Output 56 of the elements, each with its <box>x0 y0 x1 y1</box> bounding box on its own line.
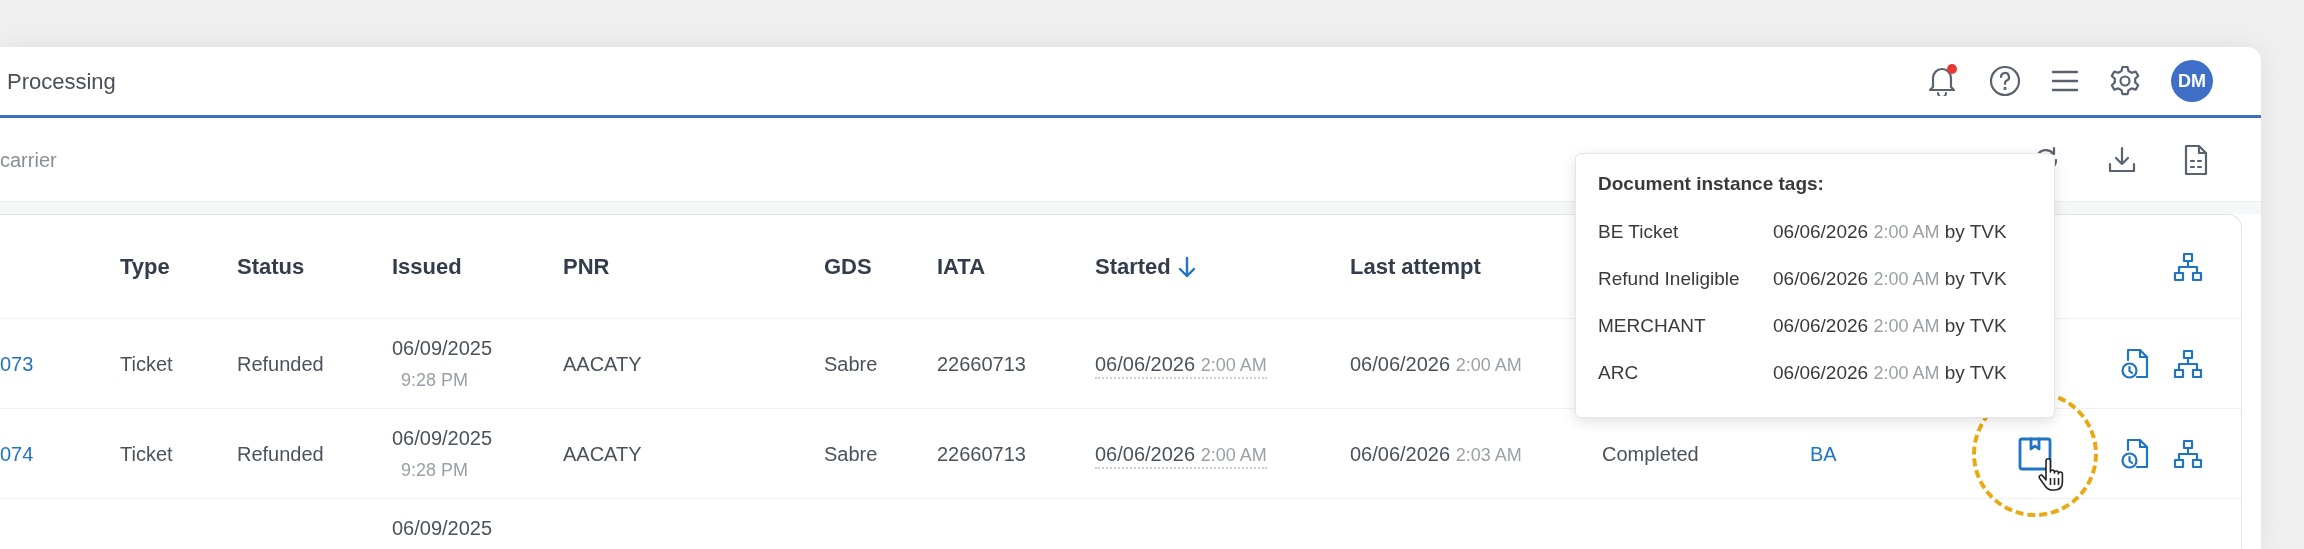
tag-timestamp: 06/06/2026 2:00 AM by TVK <box>1773 219 2007 244</box>
settings-icon[interactable] <box>2109 65 2141 97</box>
document-icon[interactable] <box>2183 143 2209 176</box>
gds-cell: Sabre <box>824 352 878 375</box>
iata-cell: 22660713 <box>937 352 1026 375</box>
hierarchy-icon[interactable] <box>2173 348 2203 379</box>
tag-name: Refund Ineligible <box>1598 266 1740 291</box>
tag-name: MERCHANT <box>1598 313 1706 338</box>
issued-date: 06/09/2025 <box>392 426 493 451</box>
tooltip-title: Document instance tags: <box>1598 172 1824 196</box>
tag-name: ARC <box>1598 360 1639 385</box>
carrier-link[interactable]: BA <box>1810 442 1837 465</box>
menu-icon[interactable] <box>2051 69 2079 93</box>
issued-date: 06/09/2025 <box>392 336 493 361</box>
type-cell: Ticket <box>120 442 173 465</box>
hierarchy-icon[interactable] <box>2173 438 2203 469</box>
state-cell: Completed <box>1602 442 1699 465</box>
tag-timestamp: 06/06/2026 2:00 AM by TVK <box>1773 266 2007 291</box>
column-header[interactable]: PNR <box>563 250 610 283</box>
gds-cell: Sabre <box>824 442 878 465</box>
column-header[interactable]: IATA <box>937 250 986 283</box>
tag-timestamp: 06/06/2026 2:00 AM by TVK <box>1773 360 2007 385</box>
help-icon[interactable] <box>1989 65 2021 97</box>
bookmark-box-icon[interactable] <box>2018 436 2052 471</box>
search-field[interactable]: carrier <box>0 144 400 175</box>
status-cell: Refunded <box>237 352 324 375</box>
type-cell: Ticket <box>120 352 173 375</box>
page-title: Processing <box>6 67 116 96</box>
column-header[interactable]: Started <box>1095 250 1197 283</box>
iata-cell: 22660713 <box>937 442 1026 465</box>
hierarchy-icon[interactable] <box>2173 251 2203 282</box>
last-attempt-datetime: 06/06/2026 2:00 AM <box>1350 352 1522 375</box>
column-header[interactable]: Last attempt <box>1350 250 1481 283</box>
document-clock-icon[interactable] <box>2121 437 2149 470</box>
issued-date: 06/09/2025 <box>392 516 493 541</box>
user-avatar[interactable]: DM <box>2171 60 2213 102</box>
started-datetime: 06/06/2026 2:00 AM <box>1095 442 1267 469</box>
column-header[interactable]: Status <box>237 250 305 283</box>
started-datetime: 06/06/2026 2:00 AM <box>1095 352 1267 379</box>
issued-time: 9:28 PM <box>400 369 469 392</box>
status-cell: Refunded <box>237 442 324 465</box>
document-clock-icon[interactable] <box>2121 347 2149 380</box>
pnr-cell: AACATY <box>563 352 642 375</box>
tag-timestamp: 06/06/2026 2:00 AM by TVK <box>1773 313 2007 338</box>
document-link[interactable]: 074 <box>0 442 34 465</box>
document-link[interactable]: 073 <box>0 352 34 375</box>
column-header[interactable]: GDS <box>824 250 872 283</box>
tag-name: BE Ticket <box>1598 219 1679 244</box>
notification-bell-icon[interactable] <box>1927 64 1959 98</box>
column-header[interactable]: Type <box>120 250 170 283</box>
download-icon[interactable] <box>2107 144 2137 175</box>
sort-arrow-icon[interactable] <box>1176 255 1197 278</box>
column-header[interactable]: Issued <box>392 250 462 283</box>
last-attempt-datetime: 06/06/2026 2:03 AM <box>1350 442 1522 465</box>
issued-time: 9:28 PM <box>400 459 469 482</box>
pnr-cell: AACATY <box>563 442 642 465</box>
